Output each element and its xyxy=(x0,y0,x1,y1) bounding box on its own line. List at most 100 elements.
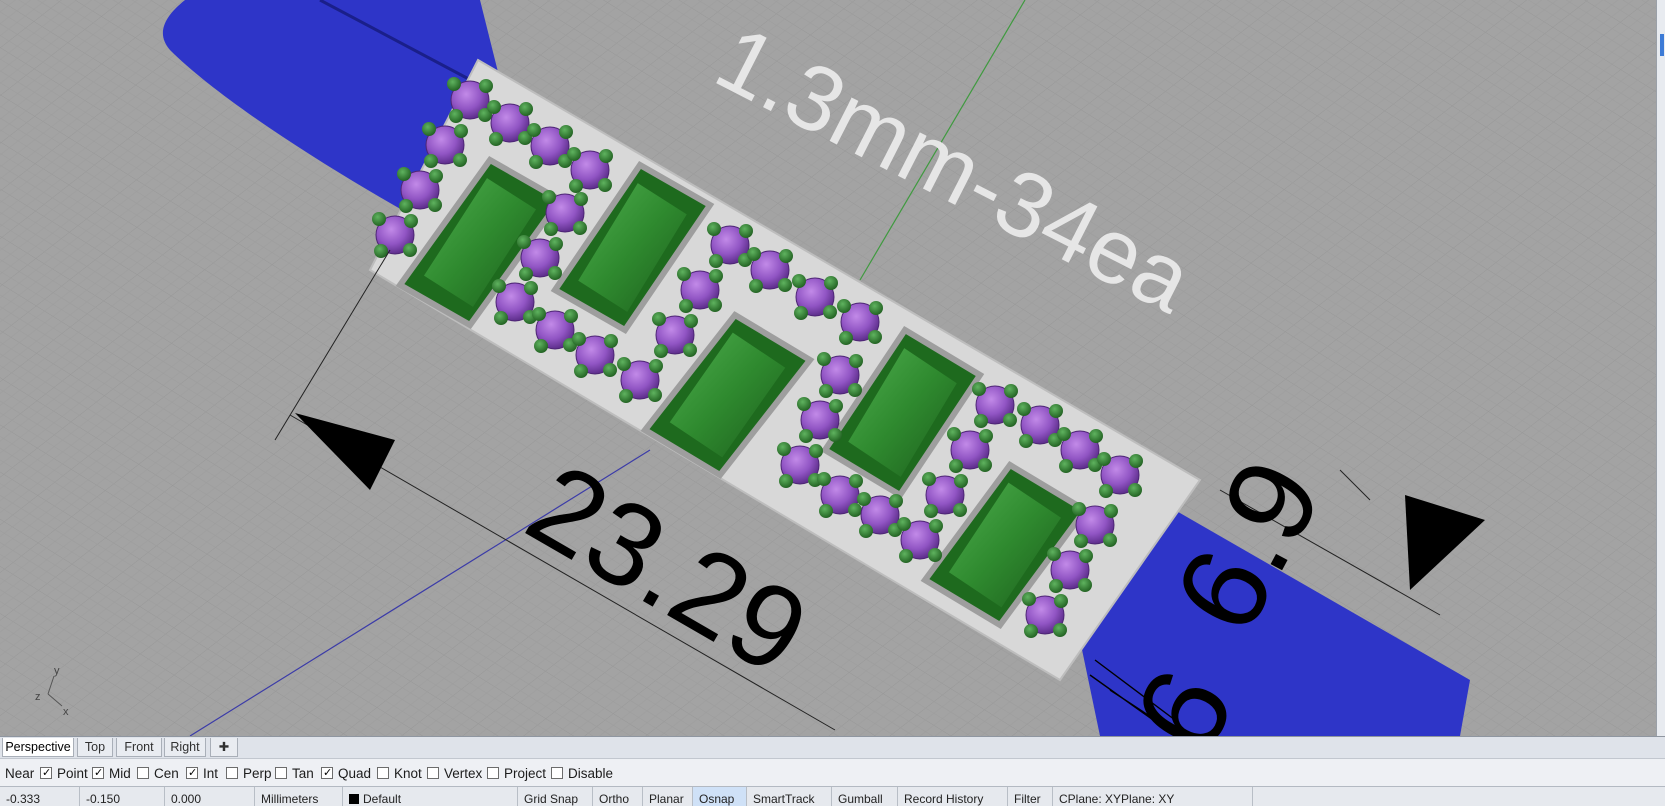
prong-bead xyxy=(548,266,562,280)
layer-display[interactable]: Default xyxy=(343,787,518,806)
plus-icon: ✚ xyxy=(218,740,230,754)
add-tab-button[interactable]: ✚ xyxy=(210,738,238,757)
prong-bead xyxy=(1099,484,1113,498)
prong-bead xyxy=(1049,404,1063,418)
prong-bead xyxy=(453,153,467,167)
prong-bead xyxy=(573,221,587,235)
osnap-vertex-checkbox[interactable] xyxy=(427,767,439,779)
prong-bead xyxy=(817,352,831,366)
prong-bead xyxy=(824,276,838,290)
prong-bead xyxy=(527,123,541,137)
prong-bead xyxy=(899,549,913,563)
prong-bead xyxy=(868,330,882,344)
prong-bead xyxy=(1054,594,1068,608)
prong-bead xyxy=(1019,434,1033,448)
axis-label-y: y xyxy=(54,665,60,677)
osnap-cen[interactable]: Cen xyxy=(137,765,179,782)
osnap-quad[interactable]: Quad xyxy=(321,765,371,782)
prong-bead xyxy=(859,524,873,538)
prong-bead xyxy=(954,474,968,488)
prong-bead xyxy=(617,357,631,371)
smarttrack-toggle[interactable]: SmartTrack xyxy=(747,787,832,806)
planar-toggle[interactable]: Planar xyxy=(643,787,693,806)
osnap-disable-checkbox[interactable] xyxy=(551,767,563,779)
prong-bead xyxy=(849,354,863,368)
osnap-int-checkbox[interactable] xyxy=(186,765,198,782)
prong-bead xyxy=(397,167,411,181)
prong-bead xyxy=(598,178,612,192)
prong-bead xyxy=(749,279,763,293)
prong-bead xyxy=(447,77,461,91)
prong-bead xyxy=(1097,452,1111,466)
osnap-quad-checkbox[interactable] xyxy=(321,765,333,782)
osnap-tan-checkbox[interactable] xyxy=(275,767,287,779)
prong-bead xyxy=(559,125,573,139)
prong-bead xyxy=(779,249,793,263)
prong-bead xyxy=(974,414,988,428)
record-history-toggle[interactable]: Record History xyxy=(898,787,1008,806)
osnap-mid-checkbox[interactable] xyxy=(92,765,104,782)
axis-label-z: z xyxy=(35,691,41,703)
prong-bead xyxy=(572,332,586,346)
cplane-display: CPlane: XYPlane: XY xyxy=(1053,787,1253,806)
prong-bead xyxy=(569,179,583,193)
prong-bead xyxy=(574,192,588,206)
osnap-disable[interactable]: Disable xyxy=(551,765,613,782)
osnap-knot-checkbox[interactable] xyxy=(377,767,389,779)
osnap-project[interactable]: Project xyxy=(487,765,546,782)
osnap-cen-checkbox[interactable] xyxy=(137,767,149,779)
viewport-canvas[interactable]: 1.3mm-34ea 23.29 6.9 6 y z x xyxy=(0,0,1656,736)
osnap-project-checkbox[interactable] xyxy=(487,767,499,779)
coord-y: -0.150 xyxy=(80,787,165,806)
prong-bead xyxy=(924,504,938,518)
ortho-toggle[interactable]: Ortho xyxy=(593,787,643,806)
prong-bead xyxy=(709,254,723,268)
prong-bead xyxy=(1059,459,1073,473)
osnap-mid[interactable]: Mid xyxy=(92,765,131,782)
filter-toggle[interactable]: Filter xyxy=(1008,787,1053,806)
prong-bead xyxy=(1049,579,1063,593)
prong-bead xyxy=(1017,402,1031,416)
prong-bead xyxy=(519,102,533,116)
prong-bead xyxy=(604,334,618,348)
prong-bead xyxy=(794,306,808,320)
prong-bead xyxy=(857,492,871,506)
osnap-point[interactable]: Point xyxy=(40,765,88,782)
prong-bead xyxy=(603,363,617,377)
tab-right[interactable]: Right xyxy=(164,738,206,757)
gumball-toggle[interactable]: Gumball xyxy=(832,787,898,806)
osnap-int[interactable]: Int xyxy=(186,765,218,782)
prong-bead xyxy=(829,399,843,413)
osnap-perp[interactable]: Perp xyxy=(226,765,272,782)
osnap-vertex[interactable]: Vertex xyxy=(427,765,482,782)
tab-top[interactable]: Top xyxy=(77,738,113,757)
osnap-bar: Near Point Mid Cen Int Perp Tan Quad Kno… xyxy=(0,758,1665,786)
prong-bead xyxy=(823,305,837,319)
units-display[interactable]: Millimeters xyxy=(255,787,343,806)
prong-bead xyxy=(399,199,413,213)
viewport-tabs: Perspective Top Front Right ✚ xyxy=(0,736,1665,758)
prong-bead xyxy=(524,281,538,295)
prong-bead xyxy=(709,269,723,283)
osnap-point-checkbox[interactable] xyxy=(40,765,52,782)
prong-bead xyxy=(428,198,442,212)
prong-bead xyxy=(574,364,588,378)
tab-front[interactable]: Front xyxy=(116,738,162,757)
tab-perspective[interactable]: Perspective xyxy=(2,738,74,757)
prong-bead xyxy=(739,224,753,238)
prong-bead xyxy=(449,109,463,123)
prong-bead xyxy=(979,429,993,443)
osnap-toggle[interactable]: Osnap xyxy=(693,787,747,806)
grid-snap-toggle[interactable]: Grid Snap xyxy=(518,787,593,806)
osnap-tan[interactable]: Tan xyxy=(275,765,314,782)
prong-bead xyxy=(454,124,468,138)
prong-bead xyxy=(849,474,863,488)
scroll-marker[interactable] xyxy=(1660,34,1664,56)
osnap-perp-checkbox[interactable] xyxy=(226,767,238,779)
prong-bead xyxy=(797,397,811,411)
prong-bead xyxy=(1057,427,1071,441)
perspective-viewport[interactable]: 1.3mm-34ea 23.29 6.9 6 y z x xyxy=(0,0,1656,736)
status-bar: -0.333 -0.150 0.000 Millimeters Default … xyxy=(0,786,1665,806)
prong-bead xyxy=(649,359,663,373)
osnap-knot[interactable]: Knot xyxy=(377,765,422,782)
